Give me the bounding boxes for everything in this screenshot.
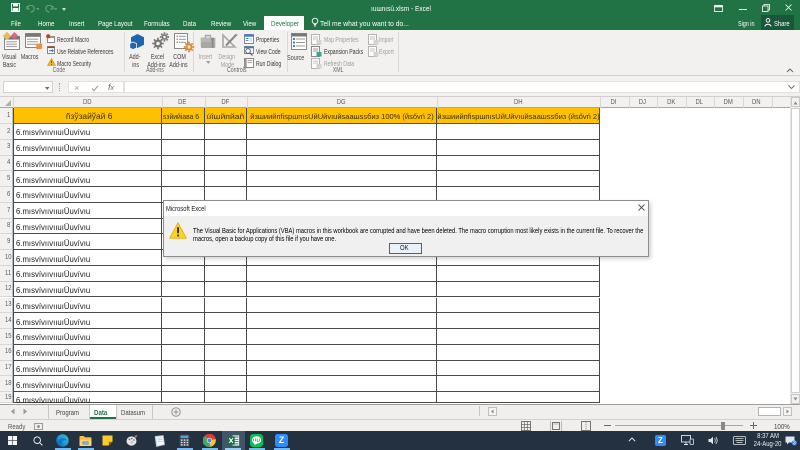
svg-text:3: 3 [793,441,796,446]
